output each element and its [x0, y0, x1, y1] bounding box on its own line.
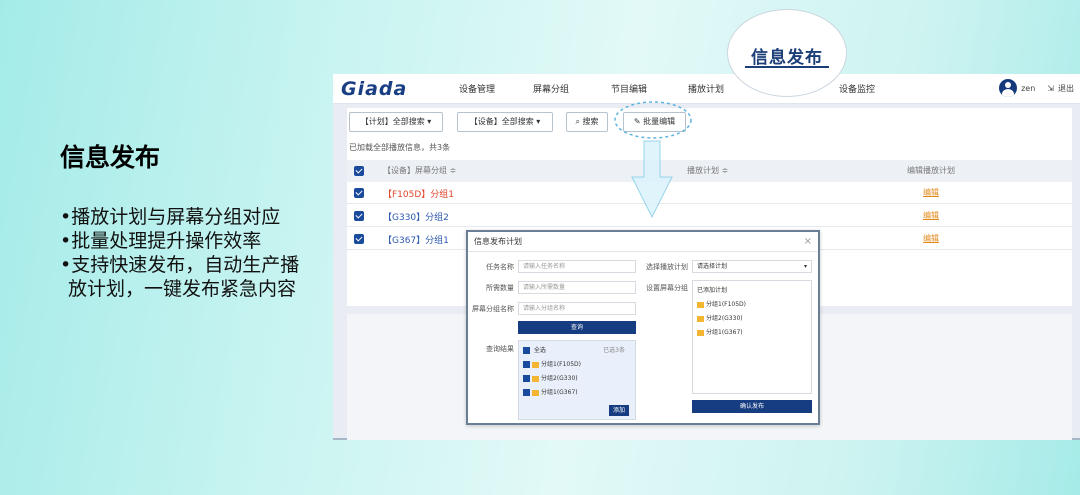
selected-count: 已选3条	[603, 347, 625, 354]
search-icon: ⌕	[575, 117, 580, 126]
publish-plan-dialog: 信息发布计划 × 任务名称 请输入任务名称 所需数量 请输入所需数量 屏幕分组名…	[466, 230, 820, 425]
query-result-list: 全选 已选3条 分组1(F105D) 分组2(G330) 分组1(G367) 添…	[518, 340, 636, 420]
selected-groups-label: 设置屏幕分组	[646, 284, 688, 292]
row-checkbox[interactable]	[354, 211, 364, 221]
logout-link[interactable]: 退出	[1058, 83, 1074, 94]
confirm-publish-button[interactable]: 确认发布	[692, 400, 812, 413]
row-checkbox[interactable]	[354, 234, 364, 244]
selected-item-label: 分组1(F105D)	[706, 301, 747, 308]
col-header-group[interactable]: 【设备】屏幕分组 ≑	[383, 165, 456, 176]
nav-screen-groups[interactable]: 屏幕分组	[533, 82, 611, 95]
search-button[interactable]: ⌕ 搜索	[566, 112, 608, 132]
field-label: 任务名称	[486, 263, 514, 271]
field-label: 所需数量	[486, 284, 514, 292]
folder-icon	[697, 329, 704, 336]
avatar-icon[interactable]	[999, 79, 1018, 97]
main-nav: 设备管理 屏幕分组 节目编辑 播放计划 设备监控	[459, 82, 919, 95]
chevron-down-icon: ▾	[803, 263, 807, 270]
selected-groups-list: 已添加计划 分组1(F105D) 分组2(G330) 分组1(G367)	[692, 280, 812, 394]
query-result-label: 查询结果	[486, 345, 514, 353]
device-filter-dropdown[interactable]: 【设备】全部搜索 ▾	[457, 112, 553, 132]
nav-device-monitor[interactable]: 设备监控	[839, 82, 919, 95]
highlight-arrow	[614, 101, 692, 219]
user-menu[interactable]: zen ⇲ 退出	[999, 79, 1074, 97]
bullet-item: •播放计划与屏幕分组对应	[60, 206, 281, 228]
nav-device-management[interactable]: 设备管理	[459, 82, 533, 95]
task-name-input[interactable]: 请输入任务名称	[518, 260, 636, 273]
table-header: 【设备】屏幕分组 ≑ 播放计划 ≑ 编辑播放计划	[347, 160, 1072, 182]
group-name-input[interactable]: 请输入分组名称	[518, 302, 636, 315]
plan-select-label: 选择播放计划	[646, 263, 688, 271]
search-button-label: 搜索	[582, 117, 599, 126]
result-item-label: 分组1(G367)	[541, 389, 578, 396]
row-group-name: 【G367】分组1	[383, 236, 449, 246]
giada-logo: Giada	[341, 77, 408, 100]
dialog-title: 信息发布计划	[474, 237, 522, 246]
row-group-name: 【F105D】分组1	[383, 190, 455, 200]
folder-icon	[532, 361, 539, 368]
folder-icon	[532, 389, 539, 396]
folder-icon	[697, 315, 704, 322]
callout-underline	[745, 66, 829, 68]
close-icon[interactable]: ×	[804, 232, 812, 252]
selected-title: 已添加计划	[697, 287, 728, 294]
quantity-input[interactable]: 请输入所需数量	[518, 281, 636, 294]
query-button[interactable]: 查询	[518, 321, 636, 334]
select-all-checkbox[interactable]	[354, 166, 364, 176]
selected-item[interactable]: 分组2(G330)	[697, 313, 743, 322]
row-checkbox[interactable]	[354, 188, 364, 198]
result-checkbox[interactable]	[523, 389, 530, 396]
result-item[interactable]: 分组1(F105D)	[523, 359, 581, 368]
result-item[interactable]: 分组2(G330)	[523, 373, 578, 382]
result-item[interactable]: 分组1(G367)	[523, 387, 578, 396]
selected-item[interactable]: 分组1(G367)	[697, 327, 743, 336]
folder-icon	[697, 301, 704, 308]
select-all-label: 全选	[533, 347, 546, 354]
col-header-edit: 编辑播放计划	[907, 166, 955, 175]
result-item-label: 分组2(G330)	[541, 375, 578, 382]
folder-icon	[532, 375, 539, 382]
nav-program-edit[interactable]: 节目编辑	[611, 82, 688, 95]
callout-label: 信息发布	[751, 48, 823, 68]
plan-select-dropdown[interactable]: 请选择计划 ▾	[692, 260, 812, 273]
result-item-label: 分组1(F105D)	[541, 361, 582, 368]
feature-bullets: •播放计划与屏幕分组对应 •批量处理提升操作效率 •支持快速发布，自动生产播放计…	[60, 205, 310, 301]
result-checkbox[interactable]	[523, 375, 530, 382]
result-checkbox[interactable]	[523, 361, 530, 368]
selected-item-label: 分组2(G330)	[706, 315, 743, 322]
result-header: 全选 已选3条	[523, 345, 631, 354]
bullet-item: •支持快速发布，自动生产播放计划，一键发布紧急内容	[60, 254, 300, 300]
field-label: 屏幕分组名称	[472, 305, 514, 313]
toolbar: 【计划】全部搜索 ▾ 【设备】全部搜索 ▾ ⌕ 搜索 ✎ 批量编辑	[347, 112, 1072, 134]
row-group-name: 【G330】分组2	[383, 213, 449, 223]
selected-item[interactable]: 分组1(F105D)	[697, 299, 746, 308]
selected-item-label: 分组1(G367)	[706, 329, 743, 336]
logout-icon[interactable]: ⇲	[1047, 84, 1054, 93]
row-edit-link[interactable]: 编辑	[923, 233, 939, 244]
plan-select-value: 请选择计划	[697, 263, 728, 270]
slide-title: 信息发布	[60, 143, 161, 172]
add-button[interactable]: 添加	[609, 405, 629, 416]
dialog-header: 信息发布计划 ×	[468, 232, 818, 252]
table-row[interactable]: 【G330】分组2 编辑	[347, 205, 1072, 227]
user-name: zen	[1021, 83, 1036, 93]
top-navbar: Giada 设备管理 屏幕分组 节目编辑 播放计划 设备监控 zen ⇲ 退出	[333, 74, 1080, 104]
row-edit-link[interactable]: 编辑	[923, 210, 939, 221]
bullet-item: •批量处理提升操作效率	[60, 230, 262, 252]
select-all-results-checkbox[interactable]	[523, 347, 530, 354]
table-row[interactable]: 【F105D】分组1 编辑	[347, 182, 1072, 204]
plan-filter-dropdown[interactable]: 【计划】全部搜索 ▾	[349, 112, 443, 132]
row-edit-link[interactable]: 编辑	[923, 187, 939, 198]
loaded-status-text: 已加载全部播放信息，共3条	[349, 143, 451, 152]
